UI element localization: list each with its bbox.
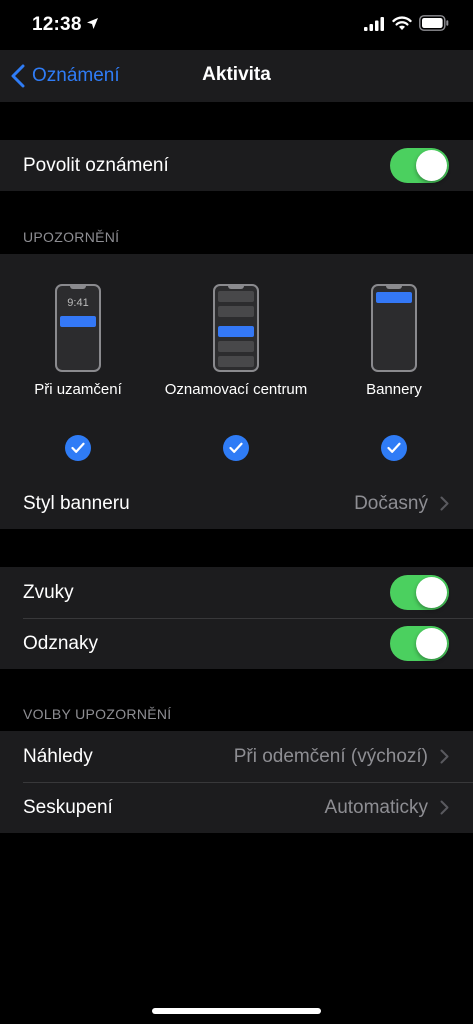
- options-group: Náhledy Při odemčení (výchozí) Seskupení…: [0, 731, 473, 833]
- alert-option-label: Oznamovací centrum: [164, 381, 308, 398]
- cellular-signal-icon: [364, 17, 384, 31]
- status-bar: 12:38: [0, 0, 473, 50]
- alert-option-label: Při uzamčení: [34, 381, 122, 398]
- banner-style-value: Dočasný: [354, 492, 428, 514]
- wifi-icon: [392, 16, 412, 30]
- alerts-group: 9:41 Při uzamčení Oznamovací centrum Ban…: [0, 254, 473, 529]
- checkmark-icon[interactable]: [65, 435, 91, 461]
- sounds-toggle[interactable]: [390, 575, 449, 610]
- options-section-header: VOLBY UPOZORNĚNÍ: [23, 706, 172, 722]
- alert-option-notification-center[interactable]: Oznamovací centrum: [151, 254, 321, 478]
- alerts-section-header: UPOZORNĚNÍ: [23, 229, 120, 245]
- badges-row: Odznaky: [0, 618, 473, 669]
- allow-notifications-row: Povolit oznámení: [0, 140, 473, 191]
- allow-notifications-toggle[interactable]: [390, 148, 449, 183]
- location-arrow-icon: [87, 18, 98, 29]
- alert-option-lock-screen[interactable]: 9:41 Při uzamčení: [0, 254, 163, 478]
- lock-screen-phone-icon: 9:41: [55, 284, 101, 372]
- toggle-knob: [416, 628, 447, 659]
- sounds-label: Zvuky: [23, 581, 74, 603]
- allow-notifications-group: Povolit oznámení: [0, 140, 473, 191]
- badges-toggle[interactable]: [390, 626, 449, 661]
- lock-screen-clock: 9:41: [67, 297, 89, 309]
- grouping-value: Automaticky: [324, 796, 428, 818]
- checkmark-icon[interactable]: [223, 435, 249, 461]
- alert-style-picker: 9:41 Při uzamčení Oznamovací centrum Ban…: [0, 254, 473, 478]
- chevron-right-icon: [440, 749, 449, 764]
- allow-notifications-label: Povolit oznámení: [23, 154, 169, 176]
- previews-value: Při odemčení (výchozí): [233, 745, 428, 767]
- banner-style-row[interactable]: Styl banneru Dočasný: [0, 478, 473, 529]
- toggle-knob: [416, 150, 447, 181]
- home-indicator[interactable]: [152, 1008, 321, 1014]
- previews-row[interactable]: Náhledy Při odemčení (výchozí): [0, 731, 473, 782]
- toggle-knob: [416, 577, 447, 608]
- sounds-row: Zvuky: [0, 567, 473, 618]
- chevron-right-icon: [440, 800, 449, 815]
- grouping-label: Seskupení: [23, 796, 113, 818]
- page-title: Aktivita: [202, 64, 271, 85]
- badges-label: Odznaky: [23, 632, 98, 654]
- battery-icon: [419, 15, 449, 31]
- checkmark-icon[interactable]: [381, 435, 407, 461]
- navigation-bar: Oznámení Aktivita: [0, 50, 473, 102]
- notification-center-phone-icon: [213, 284, 259, 372]
- previews-label: Náhledy: [23, 745, 93, 767]
- sounds-badges-group: Zvuky Odznaky: [0, 567, 473, 669]
- grouping-row[interactable]: Seskupení Automaticky: [0, 782, 473, 833]
- banners-phone-icon: [371, 284, 417, 372]
- chevron-right-icon: [440, 496, 449, 511]
- alert-option-banners[interactable]: Bannery: [309, 254, 473, 478]
- banner-style-label: Styl banneru: [23, 492, 130, 514]
- status-time: 12:38: [32, 14, 82, 35]
- alert-option-label: Bannery: [366, 381, 422, 398]
